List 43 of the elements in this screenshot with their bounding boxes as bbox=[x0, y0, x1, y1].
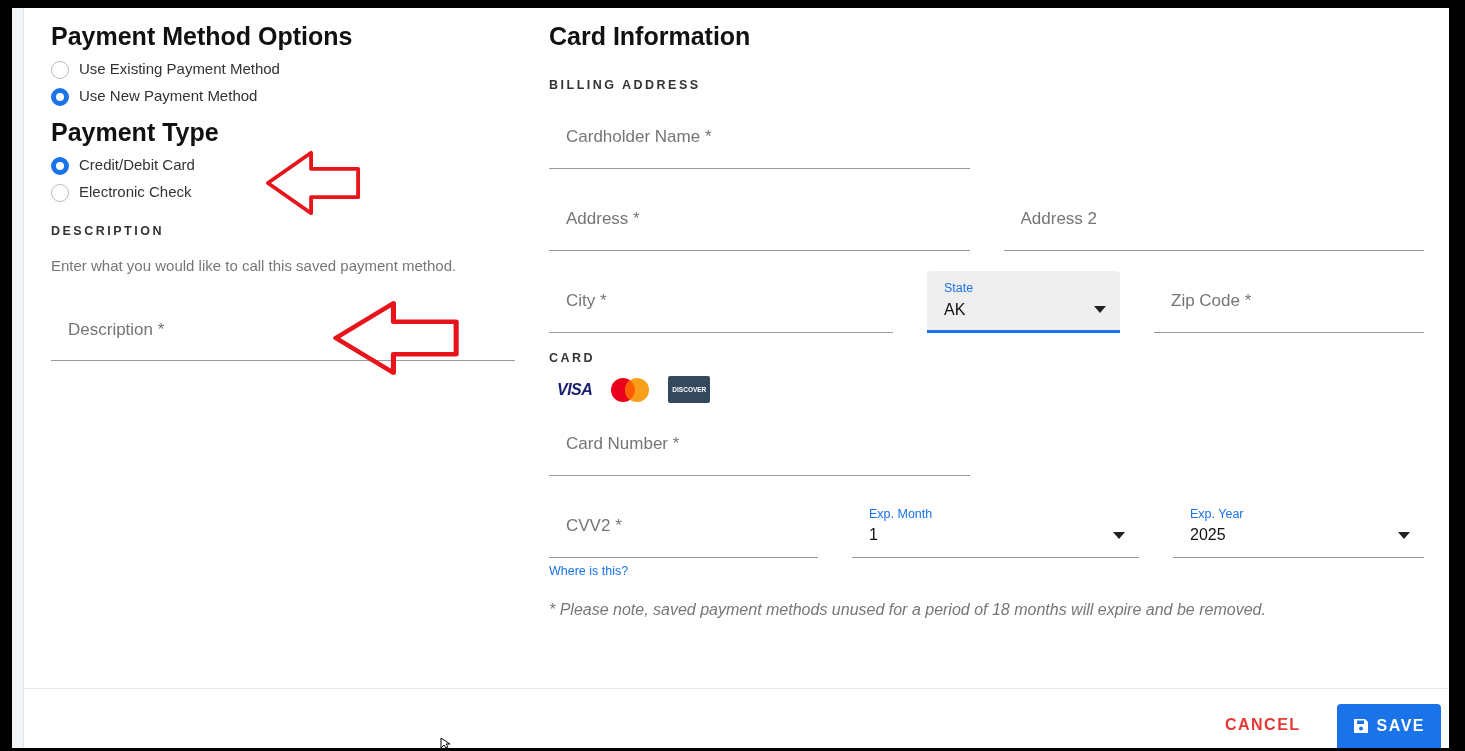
input-field[interactable]: Address * bbox=[549, 188, 970, 251]
radio-button[interactable] bbox=[51, 183, 69, 202]
cancel-button[interactable]: CANCEL bbox=[1218, 712, 1307, 738]
input-field[interactable]: CVV2 * bbox=[549, 495, 818, 558]
save-button[interactable]: SAVE bbox=[1336, 704, 1441, 748]
dropdown-value: 1 bbox=[869, 525, 878, 546]
annotation-arrow-icon bbox=[332, 300, 460, 376]
section-title: Payment Type bbox=[51, 117, 220, 148]
input-field[interactable]: Zip Code * bbox=[1154, 270, 1424, 333]
dropdown[interactable]: State AK bbox=[927, 270, 1120, 333]
caret-icon bbox=[1113, 531, 1125, 539]
dropdown-label: State bbox=[944, 279, 975, 297]
radio-label: Credit/Debit Card bbox=[79, 155, 195, 176]
input-field[interactable]: Address 2 bbox=[1003, 188, 1424, 251]
section-heading: DESCRIPTION bbox=[51, 223, 165, 240]
input-field[interactable]: Description * bbox=[51, 299, 515, 362]
input-field[interactable]: City * bbox=[549, 270, 893, 333]
dropdown[interactable]: Exp. Year 2025 bbox=[1173, 495, 1424, 558]
annotation-arrow-icon bbox=[265, 150, 361, 216]
caret-icon bbox=[1094, 306, 1106, 314]
dropdown-label: Exp. Year bbox=[1190, 505, 1245, 523]
save-icon bbox=[1352, 718, 1369, 734]
dropdown-label: Exp. Month bbox=[869, 505, 934, 523]
section-title: Payment Method Options bbox=[51, 21, 354, 52]
note-text: * Please note, saved payment methods unused for a period of 18 months will expire and be removed. bbox=[549, 599, 1267, 620]
radio-button[interactable] bbox=[51, 156, 69, 175]
visa-logo: VISA bbox=[557, 379, 593, 400]
section-heading: BILLING ADDRESS bbox=[549, 77, 702, 94]
dropdown-value: AK bbox=[944, 299, 966, 320]
radio-button[interactable] bbox=[51, 60, 69, 79]
help-text: Enter what you would like to call this saved payment method. bbox=[51, 255, 458, 276]
help-link[interactable]: Where is this? bbox=[549, 563, 629, 578]
radio-label: Electronic Check bbox=[79, 182, 192, 203]
input-field[interactable]: Cardholder Name * bbox=[549, 106, 970, 169]
section-title: Card Information bbox=[549, 21, 752, 52]
radio-label: Use Existing Payment Method bbox=[79, 59, 280, 80]
dropdown[interactable]: Exp. Month 1 bbox=[852, 495, 1139, 558]
dropdown-value: 2025 bbox=[1190, 525, 1226, 546]
radio-label: Use New Payment Method bbox=[79, 86, 258, 107]
radio-button[interactable] bbox=[51, 87, 69, 106]
section-heading: CARD bbox=[549, 349, 597, 367]
input-field[interactable]: Card Number * bbox=[549, 413, 970, 476]
caret-icon bbox=[1398, 531, 1410, 539]
